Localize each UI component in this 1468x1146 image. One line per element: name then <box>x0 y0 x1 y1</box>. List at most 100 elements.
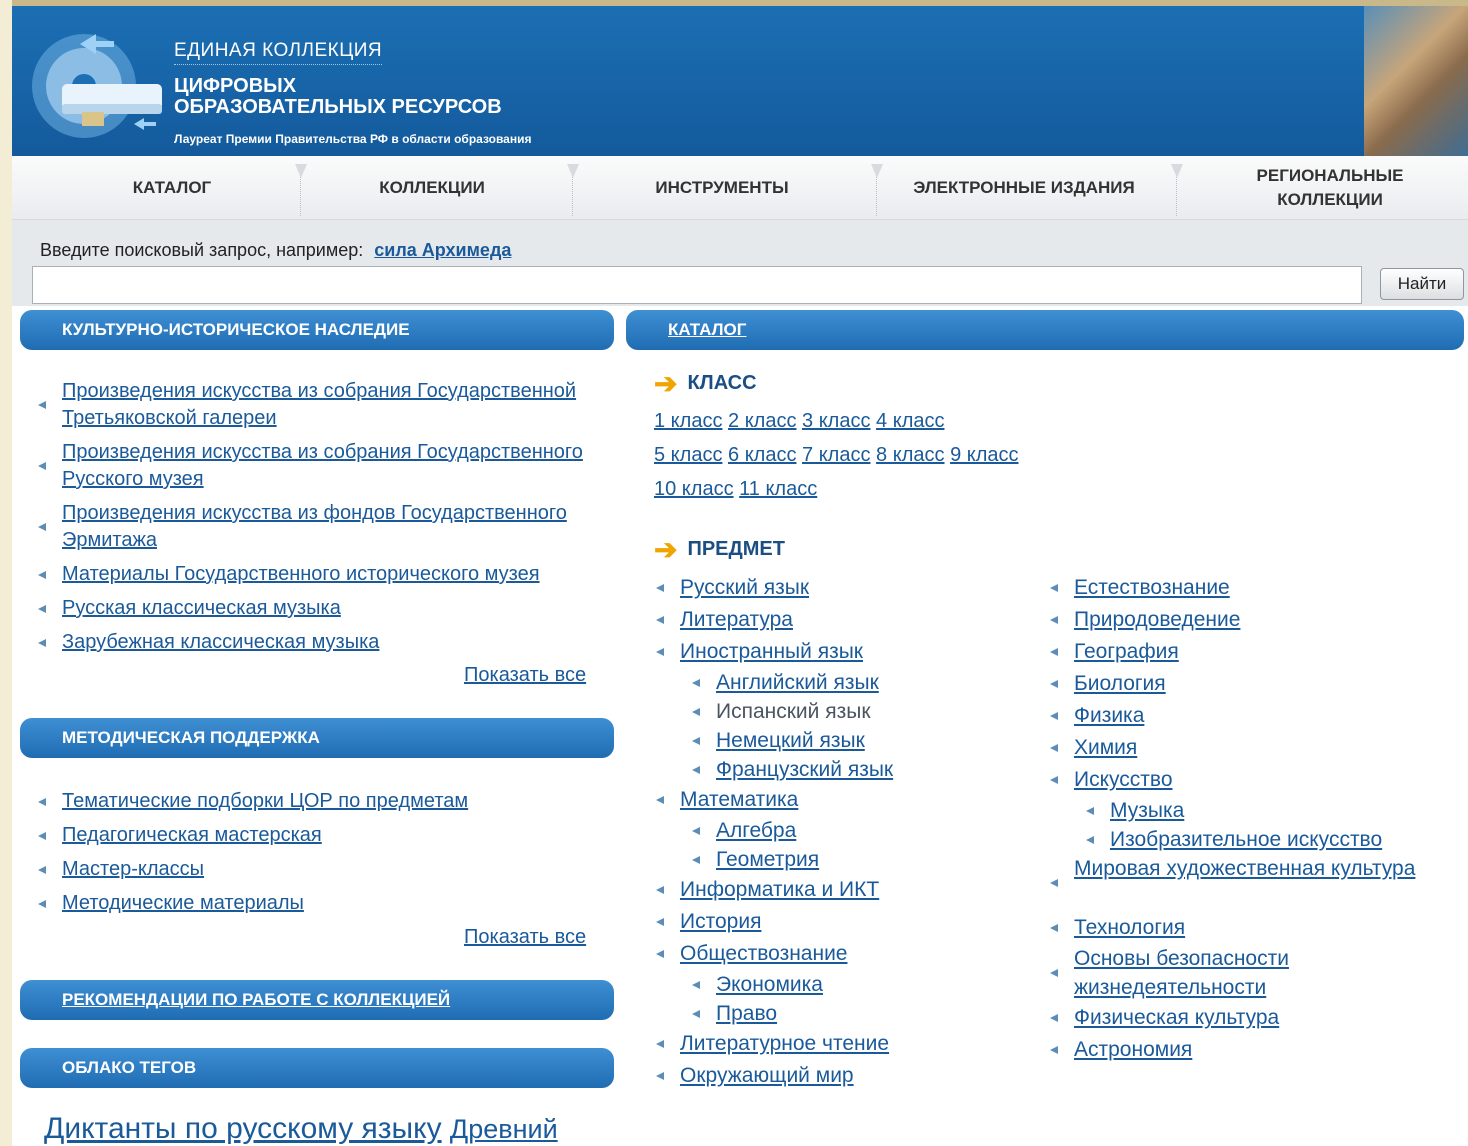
grade-link[interactable]: 1 класс <box>654 410 722 432</box>
subject-item[interactable]: Биология <box>1046 668 1466 700</box>
subject-label[interactable]: Английский язык <box>716 671 879 694</box>
subject-item[interactable]: Изобразительное искусство <box>1046 825 1466 854</box>
subject-label[interactable]: Геометрия <box>716 848 819 871</box>
subject-label[interactable]: Искусство <box>1074 768 1173 791</box>
subject-label[interactable]: Право <box>716 1002 777 1025</box>
subject-item[interactable]: Природоведение <box>1046 604 1466 636</box>
grade-link[interactable]: 10 класс <box>654 478 734 500</box>
subject-label[interactable]: Французский язык <box>716 758 893 781</box>
subject-item[interactable]: Экономика <box>652 970 1032 999</box>
search-input[interactable] <box>32 266 1362 304</box>
list-item[interactable]: Тематические подборки ЦОР по предметам <box>26 788 606 815</box>
subject-label[interactable]: Математика <box>680 788 798 811</box>
list-item[interactable]: Русская классическая музыка <box>26 595 606 622</box>
subject-label[interactable]: Биология <box>1074 672 1166 695</box>
subject-item[interactable]: Технология <box>1046 912 1466 944</box>
list-item[interactable]: Материалы Государственного исторического… <box>26 561 606 588</box>
grade-link[interactable]: 3 класс <box>802 410 870 432</box>
subject-label[interactable]: История <box>680 910 761 933</box>
list-item[interactable]: Педагогическая мастерская <box>26 822 606 849</box>
subject-label[interactable]: Естествознание <box>1074 576 1230 599</box>
subject-item[interactable]: Основы безопасности жизнедеятельности <box>1046 944 1466 1002</box>
tag-link[interactable]: Диктанты по русскому языку <box>44 1112 442 1145</box>
nav-catalog[interactable]: КАТАЛОГ <box>72 156 272 220</box>
subject-item[interactable]: Литература <box>652 604 1032 636</box>
subject-item[interactable]: Право <box>652 999 1032 1028</box>
subject-label[interactable]: Химия <box>1074 736 1137 759</box>
list-item[interactable]: Произведения искусства из собрания Госуд… <box>26 378 606 432</box>
subject-item[interactable]: Испанский язык <box>652 697 1032 726</box>
collection-logo-icon[interactable] <box>22 24 172 144</box>
subject-label[interactable]: Алгебра <box>716 819 796 842</box>
subject-label[interactable]: Экономика <box>716 973 823 996</box>
nav-collections[interactable]: КОЛЛЕКЦИИ <box>332 156 532 220</box>
subject-label[interactable]: Астрономия <box>1074 1038 1192 1061</box>
subject-item[interactable]: Алгебра <box>652 816 1032 845</box>
subject-label[interactable]: Музыка <box>1110 799 1184 822</box>
nav-e-publications[interactable]: ЭЛЕКТРОННЫЕ ИЗДАНИЯ <box>892 156 1156 220</box>
tag-link[interactable]: Древний <box>450 1114 558 1144</box>
subject-label[interactable]: Физическая культура <box>1074 1006 1279 1029</box>
subject-label[interactable]: Физика <box>1074 704 1144 727</box>
subject-label[interactable]: Информатика и ИКТ <box>680 878 879 901</box>
bullet-icon <box>1050 680 1058 688</box>
subject-item[interactable]: Физика <box>1046 700 1466 732</box>
grade-link[interactable]: 6 класс <box>728 444 796 466</box>
bullet-icon <box>692 765 700 774</box>
subject-label[interactable]: Мировая художественная культура <box>1074 857 1415 880</box>
subject-item[interactable]: Иностранный язык <box>652 636 1032 668</box>
subject-item[interactable]: Физическая культура <box>1046 1002 1466 1034</box>
subject-label[interactable]: Природоведение <box>1074 608 1240 631</box>
subject-item[interactable]: Русский язык <box>652 572 1032 604</box>
subject-label[interactable]: Технология <box>1074 916 1185 939</box>
subject-item[interactable]: Немецкий язык <box>652 726 1032 755</box>
subject-item[interactable]: Французский язык <box>652 755 1032 784</box>
methods-show-all-link[interactable]: Показать все <box>464 926 586 949</box>
recommendations-header-link[interactable]: РЕКОМЕНДАЦИИ ПО РАБОТЕ С КОЛЛЕКЦИЕЙ <box>20 980 614 1020</box>
heritage-show-all-link[interactable]: Показать все <box>464 664 586 687</box>
subject-item[interactable]: Информатика и ИКТ <box>652 874 1032 906</box>
grade-link[interactable]: 8 класс <box>876 444 944 466</box>
search-button[interactable]: Найти <box>1380 268 1464 300</box>
list-item[interactable]: Произведения искусства из собрания Госуд… <box>26 439 606 493</box>
grade-link[interactable]: 4 класс <box>876 410 944 432</box>
subject-item[interactable]: Астрономия <box>1046 1034 1466 1066</box>
subject-label[interactable]: Литература <box>680 608 793 631</box>
subject-label[interactable]: Русский язык <box>680 576 809 599</box>
list-item[interactable]: Методические материалы <box>26 890 606 917</box>
nav-regional-collections[interactable]: РЕГИОНАЛЬНЫЕ КОЛЛЕКЦИИ <box>1230 156 1430 220</box>
subject-label[interactable]: Изобразительное искусство <box>1110 828 1382 851</box>
subject-item[interactable]: Музыка <box>1046 796 1466 825</box>
subject-item[interactable]: Литературное чтение <box>652 1028 1032 1060</box>
grade-link[interactable]: 9 класс <box>950 444 1018 466</box>
grade-row-2: 5 класс 6 класс 7 класс 8 класс 9 класс <box>654 444 1019 467</box>
subject-label[interactable]: Окружающий мир <box>680 1064 854 1087</box>
subject-item[interactable]: Окружающий мир <box>652 1060 1032 1092</box>
grade-link[interactable]: 7 класс <box>802 444 870 466</box>
grade-link[interactable]: 2 класс <box>728 410 796 432</box>
search-example-link[interactable]: сила Архимеда <box>374 240 511 260</box>
subject-item[interactable]: Химия <box>1046 732 1466 764</box>
subject-item[interactable]: Математика <box>652 784 1032 816</box>
subject-label[interactable]: География <box>1074 640 1179 663</box>
subject-label[interactable]: Основы безопасности жизнедеятельности <box>1074 947 1289 999</box>
subject-item[interactable]: География <box>1046 636 1466 668</box>
list-item[interactable]: Произведения искусства из фондов Государ… <box>26 500 606 554</box>
subject-label[interactable]: Немецкий язык <box>716 729 865 752</box>
catalog-header-link[interactable]: КАТАЛОГ <box>626 310 1464 350</box>
subject-item[interactable]: Естествознание <box>1046 572 1466 604</box>
subject-item[interactable]: История <box>652 906 1032 938</box>
subject-label[interactable]: Иностранный язык <box>680 640 863 663</box>
subject-label[interactable]: Литературное чтение <box>680 1032 889 1055</box>
subject-item[interactable]: Обществознание <box>652 938 1032 970</box>
subject-item[interactable]: Английский язык <box>652 668 1032 697</box>
grade-link[interactable]: 11 класс <box>739 478 817 500</box>
grade-link[interactable]: 5 класс <box>654 444 722 466</box>
subject-label[interactable]: Обществознание <box>680 942 847 965</box>
list-item[interactable]: Мастер-классы <box>26 856 606 883</box>
subject-item[interactable]: Мировая художественная культура <box>1046 854 1466 912</box>
nav-tools[interactable]: ИНСТРУМЕНТЫ <box>612 156 832 220</box>
subject-item[interactable]: Искусство <box>1046 764 1466 796</box>
subject-item[interactable]: Геометрия <box>652 845 1032 874</box>
list-item[interactable]: Зарубежная классическая музыка <box>26 629 606 656</box>
